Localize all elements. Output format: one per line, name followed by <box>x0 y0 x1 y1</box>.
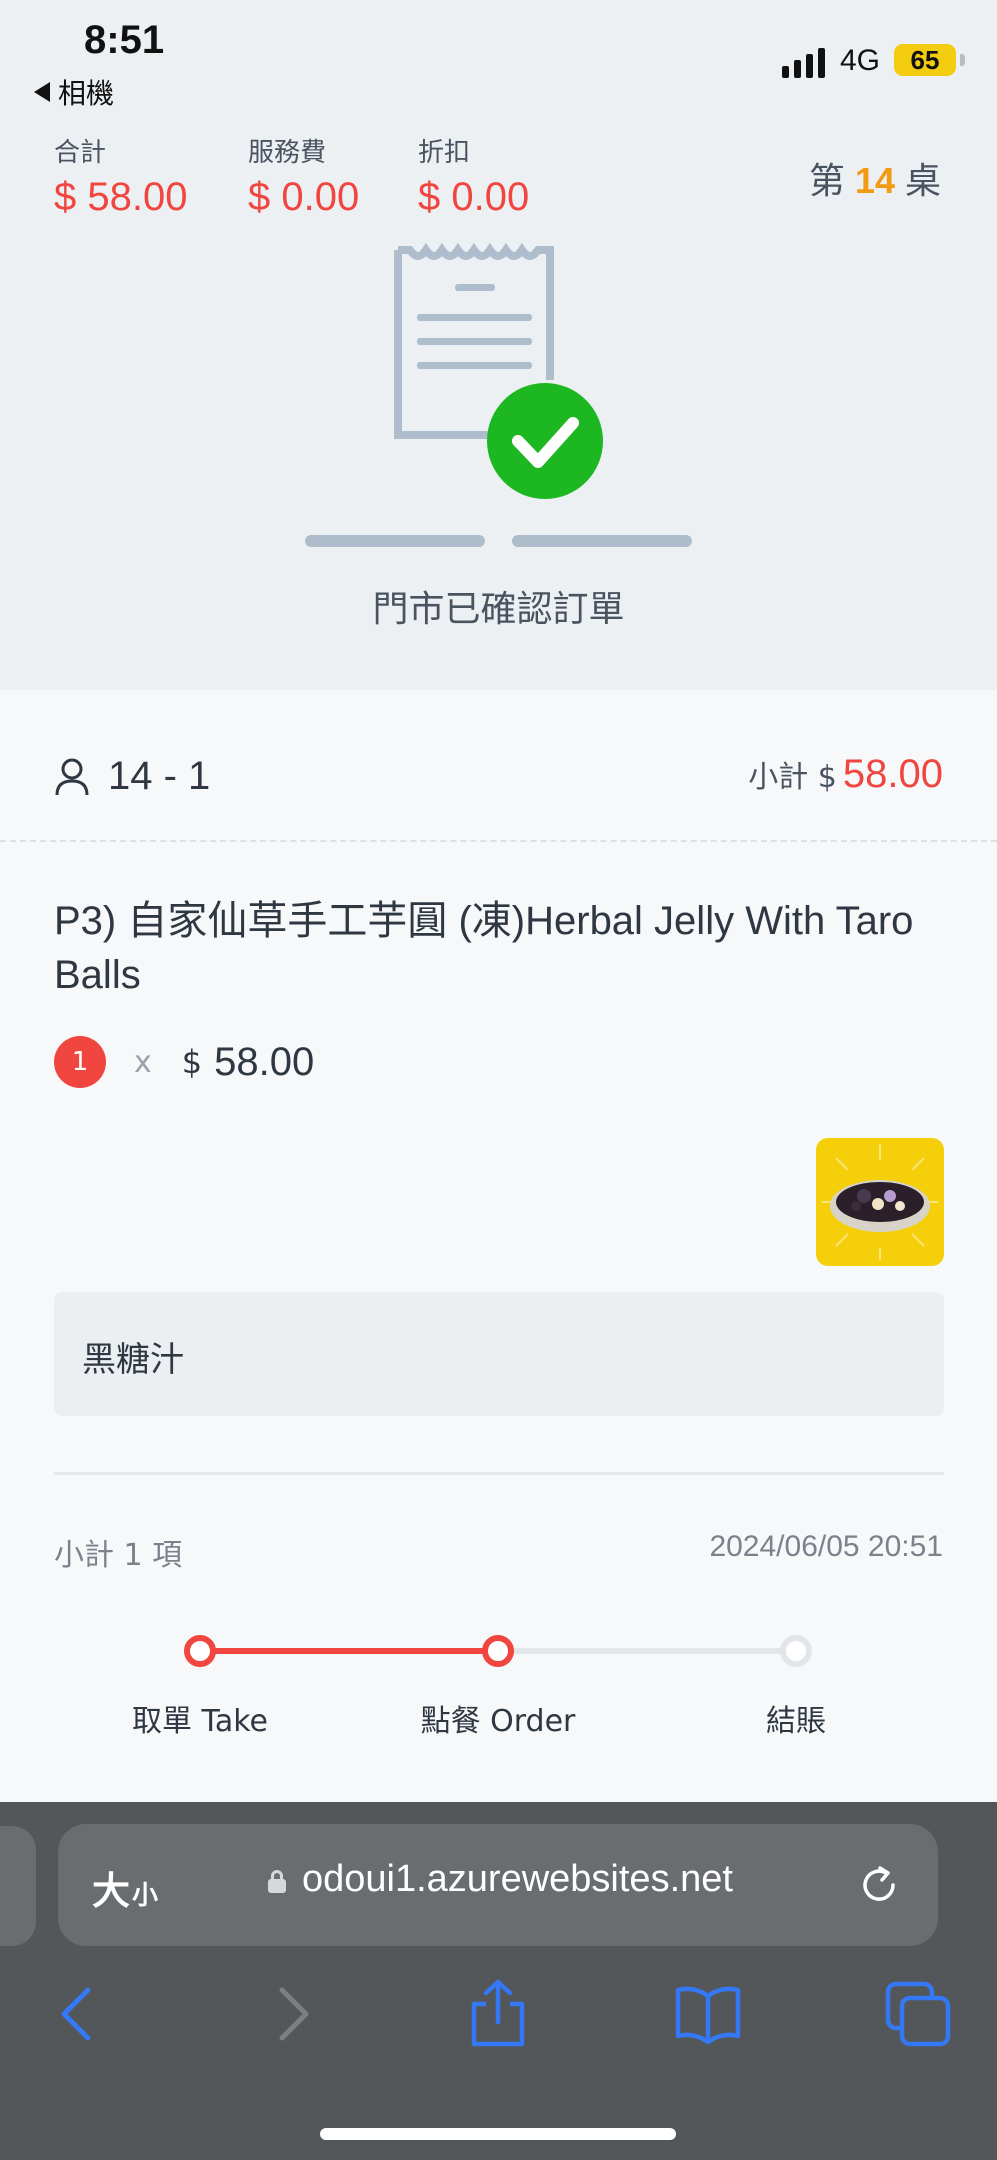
item-name: P3) 自家仙草手工芋圓 (凍)Herbal Jelly With Taro B… <box>54 899 914 997</box>
bookmarks-icon[interactable] <box>672 1978 744 2050</box>
status-bar: 8:51 相機 4G 65 <box>0 0 997 120</box>
order-confirmed-message: 門市已確認訂單 <box>372 589 625 630</box>
step-dot-order <box>482 1635 514 1667</box>
battery-icon: 65 <box>894 44 965 76</box>
back-app-label: 相機 <box>58 77 115 110</box>
discount-stat: 折扣 $ 0.00 <box>418 132 529 220</box>
person-icon <box>55 758 89 795</box>
step-dot-take <box>184 1635 216 1667</box>
order-subtotal: 小計 $ 58.00 <box>748 752 943 797</box>
status-time: 8:51 <box>84 18 165 62</box>
guest-label: 14 - 1 <box>108 754 211 798</box>
receipt-confirmed-icon <box>305 242 692 547</box>
currency-sign: $ <box>181 1043 203 1081</box>
dessert-bowl-image <box>822 1144 938 1260</box>
tabs-icon[interactable] <box>882 1978 954 2050</box>
subtotal-label: 小計 $ <box>748 760 837 795</box>
back-to-app-link[interactable]: 相機 <box>34 72 114 112</box>
subtotal-value: 58.00 <box>842 752 943 796</box>
share-icon[interactable] <box>462 1978 534 2050</box>
browser-toolbar: 大小 odoui1.azurewebsites.net <box>0 1802 997 2160</box>
order-progress: 取單 Take 點餐 Order 結賬 <box>0 1618 997 1758</box>
item-note: 黑糖汁 <box>54 1292 944 1416</box>
order-card-header: 14 - 1 小計 $ 58.00 <box>0 718 997 842</box>
discount-value: $ 0.00 <box>418 175 530 219</box>
total-label: 合計 <box>54 138 107 168</box>
total-stat: 合計 $ 58.00 <box>54 132 187 220</box>
item-quantity-row: 1 x $ 58.00 <box>54 1036 314 1088</box>
step-dot-checkout <box>780 1635 812 1667</box>
order-summary-header: 8:51 相機 4G 65 合計 $ 58.00 服務費 $ 0.00 折扣 $… <box>0 0 997 690</box>
progress-track-pending <box>500 1648 796 1654</box>
text-size-small: 小 <box>132 1881 159 1911</box>
lock-icon <box>268 1870 286 1893</box>
network-type: 4G <box>840 44 881 77</box>
step-label-take: 取單 Take <box>131 1704 269 1739</box>
order-timestamp: 2024/06/05 20:51 <box>709 1530 943 1563</box>
battery-level: 65 <box>910 44 940 75</box>
back-icon[interactable] <box>42 1978 114 2050</box>
service-fee-value: $ 0.00 <box>248 175 360 219</box>
item-price: 58.00 <box>214 1039 315 1084</box>
table-number: 第 14 桌 <box>809 152 941 204</box>
forward-icon[interactable] <box>256 1978 328 2050</box>
table-suffix: 桌 <box>904 161 941 202</box>
quantity-badge: 1 <box>54 1036 106 1088</box>
address-bar[interactable]: 大小 odoui1.azurewebsites.net <box>58 1824 938 1946</box>
step-label-checkout: 結賬 <box>766 1704 826 1739</box>
home-indicator <box>320 2128 676 2140</box>
order-card: 14 - 1 小計 $ 58.00 P3) 自家仙草手工芋圓 (凍)Herbal… <box>0 718 997 1800</box>
item-thumbnail[interactable] <box>816 1138 944 1266</box>
progress-track-done <box>200 1648 500 1654</box>
discount-label: 折扣 <box>418 138 471 168</box>
url-text[interactable]: odoui1.azurewebsites.net <box>302 1858 733 1901</box>
service-fee-stat: 服務費 $ 0.00 <box>248 132 359 220</box>
item-count: 小計 1 項 <box>54 1538 183 1573</box>
previous-tab-peek[interactable] <box>0 1826 36 1946</box>
divider <box>54 1472 944 1475</box>
text-size-big: 大 <box>92 1869 131 1913</box>
times-sign: x <box>134 1044 152 1080</box>
table-prefix: 第 <box>808 161 845 202</box>
text-size-button[interactable]: 大小 <box>92 1860 158 1915</box>
reload-icon[interactable] <box>856 1862 902 1908</box>
item-note-text: 黑糖汁 <box>82 1340 184 1380</box>
table-number-value: 14 <box>854 160 895 201</box>
step-label-order: 點餐 Order <box>420 1704 576 1739</box>
service-fee-label: 服務費 <box>248 138 327 168</box>
back-triangle-icon <box>34 82 50 102</box>
total-value: $ 58.00 <box>54 175 188 219</box>
cellular-signal-icon <box>782 48 825 78</box>
guest-info: 14 - 1 <box>54 754 210 799</box>
